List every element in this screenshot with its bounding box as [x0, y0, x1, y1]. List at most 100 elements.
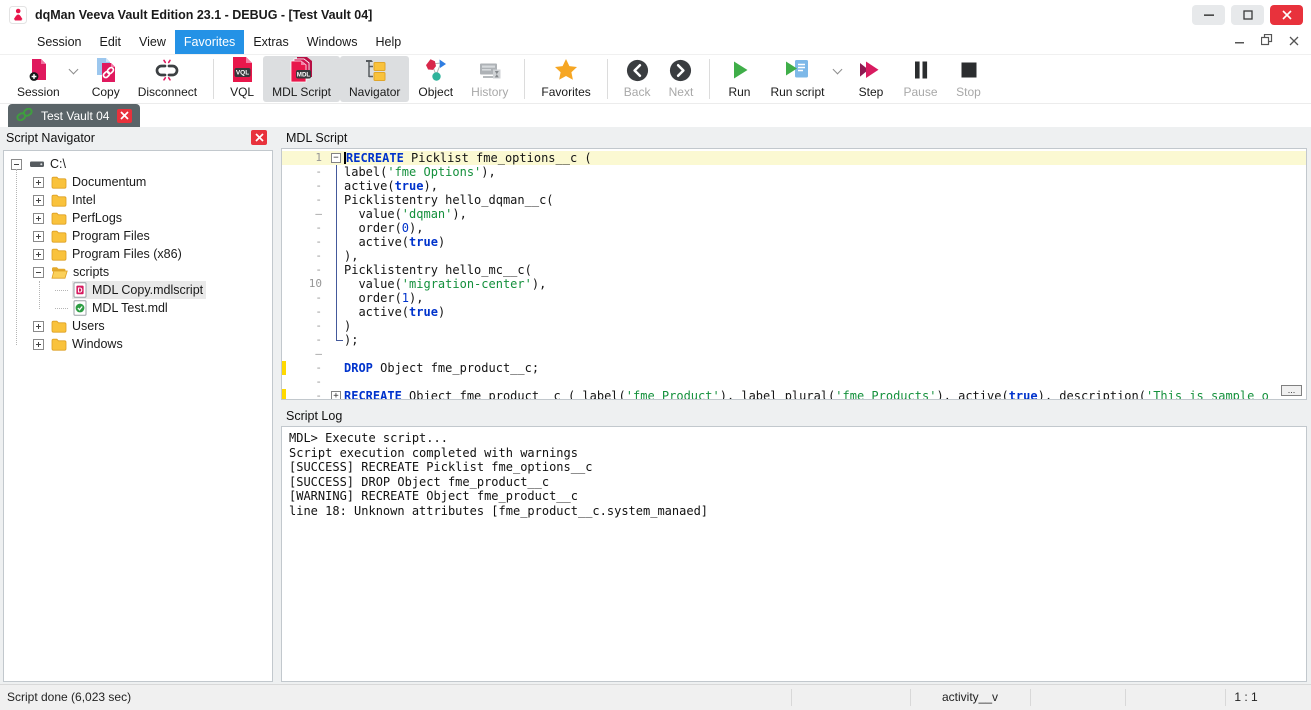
menu-item-view[interactable]: View	[130, 30, 175, 54]
fold-ellipsis-button[interactable]: ...	[1281, 385, 1302, 396]
mdi-minimize-button[interactable]	[1235, 33, 1245, 51]
editor-line[interactable]: - active(true)	[282, 305, 1306, 319]
editor-line[interactable]: -)	[282, 319, 1306, 333]
code-text[interactable]: active(true),	[344, 179, 438, 193]
tree-item-content[interactable]: MDL Test.mdl	[72, 299, 171, 317]
editor-line[interactable]: -);	[282, 333, 1306, 347]
code-text[interactable]: order(0),	[344, 221, 423, 235]
dropdown-chevron-icon[interactable]	[833, 64, 843, 74]
editor-line[interactable]: - order(1),	[282, 291, 1306, 305]
tree-item-mdl-copy-mdlscript[interactable]: DMDL Copy.mdlscript	[4, 281, 272, 299]
mdi-close-button[interactable]	[1289, 33, 1299, 51]
toolbar-button-copy[interactable]: Copy	[83, 56, 129, 102]
toolbar-button-favorites[interactable]: Favorites	[532, 56, 599, 102]
code-text[interactable]: label('fme Options'),	[344, 165, 496, 179]
tree-item-program-files-x86[interactable]: Program Files (x86)	[4, 245, 272, 263]
tree-item-windows[interactable]: Windows	[4, 335, 272, 353]
editor-line[interactable]: 10 value('migration-center'),	[282, 277, 1306, 291]
toolbar-button-step[interactable]: Step	[847, 56, 894, 102]
code-text[interactable]: )	[344, 319, 351, 333]
menu-item-windows[interactable]: Windows	[298, 30, 367, 54]
tree-item-content[interactable]: DMDL Copy.mdlscript	[72, 281, 206, 299]
editor-line[interactable]: -label('fme Options'),	[282, 165, 1306, 179]
toolbar-button-mdl-script[interactable]: MDLMDL Script	[263, 56, 340, 102]
menu-item-session[interactable]: Session	[28, 30, 90, 54]
code-text[interactable]: value('dqman'),	[344, 207, 467, 221]
toolbar-button-object[interactable]: Object	[409, 56, 462, 102]
toolbar-button-run-script[interactable]: Run script	[761, 56, 833, 102]
tree-item-content[interactable]: scripts	[50, 264, 112, 281]
editor-line[interactable]: -Picklistentry hello_dqman__c(	[282, 193, 1306, 207]
code-text[interactable]: active(true)	[344, 235, 445, 249]
code-text[interactable]: );	[344, 333, 358, 347]
toolbar-button-navigator[interactable]: Navigator	[340, 56, 409, 102]
toolbar-button-pause[interactable]: Pause	[894, 56, 946, 102]
editor-line[interactable]: –	[282, 347, 1306, 361]
toolbar-button-run[interactable]: Run	[717, 56, 761, 102]
code-text[interactable]: RECREATE Picklist fme_options__c (	[344, 151, 592, 165]
expand-expander-icon[interactable]	[33, 231, 46, 242]
fold-expand-icon[interactable]: +	[330, 389, 344, 400]
tree-item-content[interactable]: Program Files (x86)	[50, 246, 185, 263]
toolbar-button-back[interactable]: Back	[615, 56, 660, 102]
code-text[interactable]: value('migration-center'),	[344, 277, 546, 291]
toolbar-button-stop[interactable]: Stop	[947, 56, 991, 102]
tree-item-content[interactable]: Users	[50, 318, 108, 335]
code-text[interactable]: RECREATE Object fme_product__c ( label('…	[344, 389, 1269, 400]
code-text[interactable]: Picklistentry hello_dqman__c(	[344, 193, 554, 207]
tab-close-button[interactable]	[117, 109, 132, 123]
expand-expander-icon[interactable]	[33, 213, 46, 224]
code-text[interactable]: order(1),	[344, 291, 423, 305]
tree-item-content[interactable]: Windows	[50, 336, 126, 353]
tree-item-content[interactable]: C:\	[28, 155, 69, 173]
tree-item-users[interactable]: Users	[4, 317, 272, 335]
tree-item-content[interactable]: Intel	[50, 192, 99, 209]
minimize-button[interactable]	[1192, 5, 1225, 25]
fold-collapse-icon[interactable]: −	[330, 151, 344, 165]
close-button[interactable]	[1270, 5, 1303, 25]
tree-item-scripts[interactable]: scripts	[4, 263, 272, 281]
expand-expander-icon[interactable]	[33, 321, 46, 332]
code-editor[interactable]: 1−RECREATE Picklist fme_options__c (-lab…	[281, 148, 1307, 400]
editor-line[interactable]: -Picklistentry hello_mc__c(	[282, 263, 1306, 277]
toolbar-button-next[interactable]: Next	[659, 56, 702, 102]
editor-line[interactable]: – value('dqman'),	[282, 207, 1306, 221]
code-text[interactable]: ),	[344, 249, 358, 263]
tab-test-vault[interactable]: Test Vault 04	[8, 104, 140, 127]
menu-item-help[interactable]: Help	[366, 30, 410, 54]
editor-line[interactable]: -+RECREATE Object fme_product__c ( label…	[282, 389, 1306, 400]
editor-line[interactable]: -	[282, 375, 1306, 389]
tree-item-content[interactable]: Documentum	[50, 174, 149, 191]
maximize-button[interactable]	[1231, 5, 1264, 25]
tree-item-documentum[interactable]: Documentum	[4, 173, 272, 191]
editor-line[interactable]: -),	[282, 249, 1306, 263]
tree-item-content[interactable]: Program Files	[50, 228, 153, 245]
tree-item-intel[interactable]: Intel	[4, 191, 272, 209]
collapse-expander-icon[interactable]	[11, 159, 24, 170]
expand-expander-icon[interactable]	[33, 339, 46, 350]
expand-expander-icon[interactable]	[33, 177, 46, 188]
tree-item-content[interactable]: PerfLogs	[50, 210, 125, 227]
code-text[interactable]: active(true)	[344, 305, 445, 319]
editor-line[interactable]: -DROP Object fme_product__c;	[282, 361, 1306, 375]
expand-expander-icon[interactable]	[33, 249, 46, 260]
file-tree[interactable]: C:\DocumentumIntelPerfLogsProgram FilesP…	[3, 150, 273, 682]
editor-line[interactable]: -active(true),	[282, 179, 1306, 193]
menu-item-edit[interactable]: Edit	[90, 30, 130, 54]
tree-item-program-files[interactable]: Program Files	[4, 227, 272, 245]
code-text[interactable]: DROP Object fme_product__c;	[344, 361, 539, 375]
menu-item-favorites[interactable]: Favorites	[175, 30, 244, 54]
dropdown-chevron-icon[interactable]	[68, 64, 78, 74]
editor-line[interactable]: - order(0),	[282, 221, 1306, 235]
toolbar-button-disconnect[interactable]: Disconnect	[129, 56, 206, 102]
menu-item-extras[interactable]: Extras	[244, 30, 297, 54]
navigator-close-button[interactable]	[251, 130, 267, 145]
fold-toggle-icon[interactable]: +	[331, 391, 341, 400]
toolbar-button-vql[interactable]: VQLVQL	[221, 56, 263, 102]
fold-toggle-icon[interactable]: −	[331, 153, 341, 163]
toolbar-button-session[interactable]: Session	[8, 56, 69, 102]
toolbar-button-history[interactable]: History	[462, 56, 517, 102]
tree-item-mdl-test-mdl[interactable]: MDL Test.mdl	[4, 299, 272, 317]
mdi-restore-button[interactable]	[1261, 33, 1273, 51]
expand-expander-icon[interactable]	[33, 195, 46, 206]
